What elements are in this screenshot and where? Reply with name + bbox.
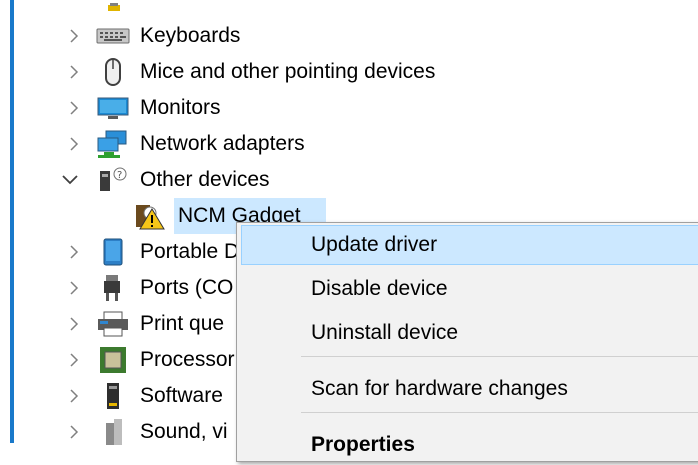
tree-item-label: Processor: [140, 348, 235, 371]
chevron-down-icon[interactable]: [62, 172, 78, 188]
partial-item-icon: [104, 0, 124, 12]
menu-separator: [301, 412, 698, 413]
chevron-right-icon[interactable]: [66, 316, 82, 332]
context-menu: Update driver Disable device Uninstall d…: [236, 222, 698, 462]
menu-item-scan-hardware[interactable]: Scan for hardware changes: [241, 369, 698, 409]
chevron-right-icon[interactable]: [66, 244, 82, 260]
tree-item-label: Sound, vi: [140, 420, 228, 443]
chevron-right-icon[interactable]: [66, 352, 82, 368]
tree-item-monitors[interactable]: Monitors: [0, 90, 698, 126]
chevron-right-icon[interactable]: [66, 280, 82, 296]
tree-item-mice[interactable]: Mice and other pointing devices: [0, 54, 698, 90]
menu-item-disable-device[interactable]: Disable device: [241, 269, 698, 309]
chevron-right-icon[interactable]: [66, 100, 82, 116]
port-icon: [96, 273, 130, 301]
mouse-icon: [96, 58, 130, 86]
unknown-device-icon: ?: [96, 165, 130, 191]
printer-icon: [96, 310, 130, 337]
tree-item-label: Software: [140, 384, 223, 407]
tree-item-other-devices[interactable]: ? Other devices: [0, 162, 698, 198]
chevron-right-icon[interactable]: [66, 28, 82, 44]
menu-item-properties[interactable]: Properties: [241, 425, 698, 465]
keyboard-icon: [96, 24, 130, 50]
tree-item-label: Ports (CO: [140, 276, 234, 299]
network-adapter-icon: [96, 129, 130, 158]
menu-separator: [301, 356, 698, 357]
chevron-right-icon[interactable]: [66, 424, 82, 440]
tree-item-label: Print que: [140, 312, 225, 335]
tree-item-label: Network adapters: [140, 132, 305, 155]
tree-item-label: Portable D: [140, 240, 240, 263]
portable-device-icon: [96, 237, 130, 266]
tree-item-label: Monitors: [140, 96, 221, 119]
menu-item-uninstall-device[interactable]: Uninstall device: [241, 313, 698, 353]
tree-item-label: Other devices: [140, 168, 270, 191]
tree-item-label: Keyboards: [140, 24, 241, 47]
software-device-icon: [96, 381, 130, 409]
menu-item-update-driver[interactable]: Update driver: [241, 225, 698, 265]
tree-item-keyboards[interactable]: Keyboards: [0, 18, 698, 54]
sound-icon: [96, 417, 130, 445]
chevron-right-icon[interactable]: [66, 388, 82, 404]
tree-item-network-adapters[interactable]: Network adapters: [0, 126, 698, 162]
warning-device-icon: [134, 201, 168, 230]
monitor-icon: [96, 95, 130, 121]
processor-icon: [96, 345, 130, 373]
chevron-right-icon[interactable]: [66, 136, 82, 152]
svg-text:?: ?: [117, 170, 122, 181]
tree-item-label: Mice and other pointing devices: [140, 60, 436, 83]
chevron-right-icon[interactable]: [66, 64, 82, 80]
